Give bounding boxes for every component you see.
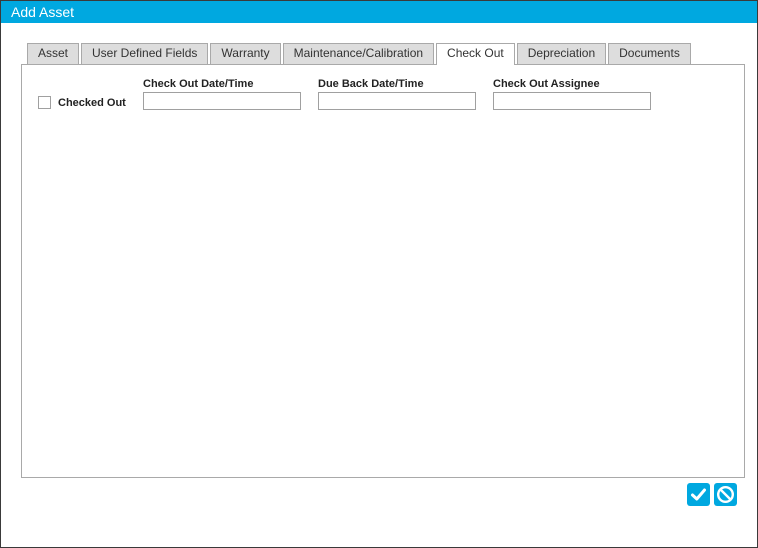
add-asset-dialog: Add Asset Asset User Defined Fields Warr… [0,0,758,548]
cancel-icon [716,485,735,504]
checked-out-label: Checked Out [58,96,126,109]
checkmark-icon [691,488,706,501]
check-out-panel: Checked Out Check Out Date/Time Due Back… [21,64,745,478]
tab-documents[interactable]: Documents [608,43,691,64]
checkout-datetime-input[interactable] [143,92,301,110]
checkout-assignee-label: Check Out Assignee [493,78,600,90]
confirm-button[interactable] [687,483,710,506]
tab-user-defined-fields[interactable]: User Defined Fields [81,43,209,64]
dialog-title: Add Asset [1,1,757,23]
tab-maintenance-calibration[interactable]: Maintenance/Calibration [282,43,435,64]
tab-warranty[interactable]: Warranty [210,43,281,64]
due-back-datetime-input[interactable] [318,92,476,110]
due-back-datetime-label: Due Back Date/Time [318,78,424,90]
tab-asset[interactable]: Asset [27,43,80,64]
tab-bar: Asset User Defined Fields Warranty Maint… [27,43,693,65]
checkout-datetime-label: Check Out Date/Time [143,78,254,90]
checked-out-checkbox[interactable] [38,96,51,109]
checked-out-toggle[interactable]: Checked Out [38,96,126,109]
tab-depreciation[interactable]: Depreciation [516,43,607,64]
tab-check-out[interactable]: Check Out [436,43,515,65]
checkout-assignee-input[interactable] [493,92,651,110]
cancel-button[interactable] [714,483,737,506]
